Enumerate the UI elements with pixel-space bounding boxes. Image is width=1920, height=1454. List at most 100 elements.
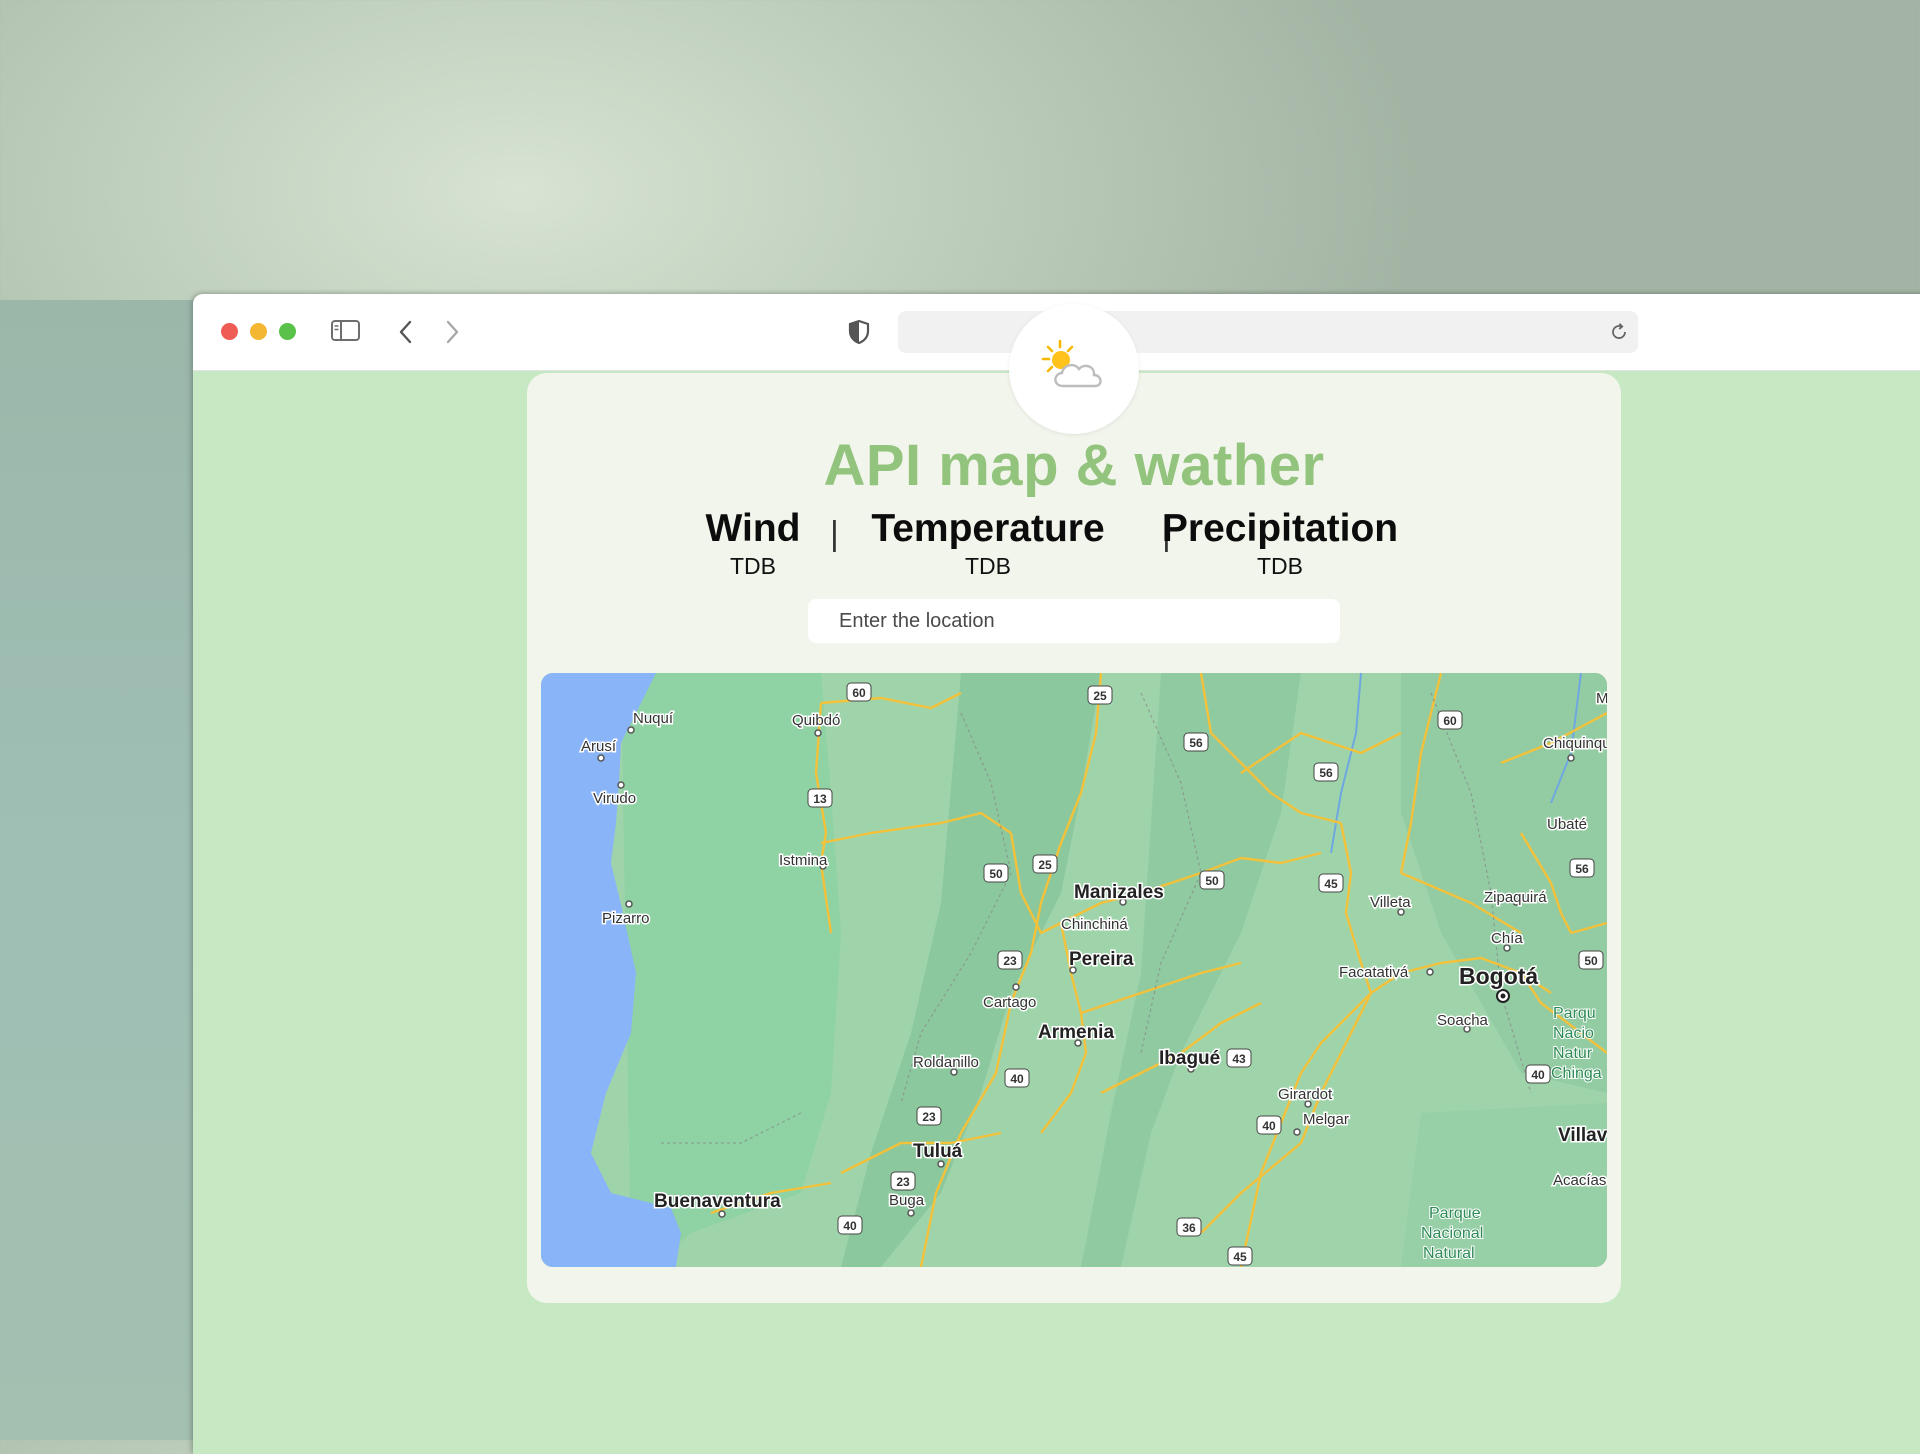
map-label: Cartago <box>983 994 1036 1011</box>
map-label: Chía <box>1491 930 1523 947</box>
route-56: 56 <box>1575 862 1589 876</box>
map-label-city: Pereira <box>1069 949 1134 970</box>
route-shield: 40 <box>1256 1115 1282 1135</box>
maximize-window-button[interactable] <box>279 323 296 340</box>
precipitation-value: TDB <box>1257 553 1303 579</box>
map-label: Soacha <box>1437 1012 1489 1029</box>
sidebar-toggle-icon[interactable] <box>331 320 361 347</box>
route-shield: 50 <box>1199 870 1225 890</box>
map-label-capital: Bogotá <box>1459 963 1538 989</box>
route-60: 60 <box>1443 714 1457 728</box>
location-search-input[interactable] <box>808 599 1340 643</box>
map-label: Quibdó <box>792 712 840 729</box>
route-shield: 25 <box>1087 685 1113 705</box>
map-label: Arusí <box>581 738 617 755</box>
route-shield: 23 <box>890 1171 916 1191</box>
route-45: 45 <box>1324 877 1338 891</box>
route-40: 40 <box>1262 1119 1276 1133</box>
forward-icon[interactable] <box>444 320 460 349</box>
map-label-city: Armenia <box>1038 1022 1114 1043</box>
wind-stat: Wind TDB <box>683 507 823 579</box>
route-shield: 40 <box>837 1215 863 1235</box>
route-56: 56 <box>1189 736 1203 750</box>
route-40: 40 <box>1010 1072 1024 1086</box>
route-23: 23 <box>922 1110 936 1124</box>
map-canvas[interactable]: 60 25 56 56 60 13 50 25 50 45 56 23 50 4… <box>541 673 1607 1267</box>
privacy-shield-icon[interactable] <box>848 319 870 350</box>
route-40: 40 <box>843 1219 857 1233</box>
back-icon[interactable] <box>398 320 414 349</box>
map-label: Virudo <box>593 790 636 807</box>
park-label: Parque <box>1429 1205 1481 1222</box>
map-label-city: Ibagué <box>1159 1048 1220 1069</box>
route-shield: 56 <box>1183 732 1209 752</box>
route-shield: 45 <box>1318 873 1344 893</box>
page-title: API map & wather <box>823 433 1325 498</box>
route-shield: 40 <box>1004 1068 1030 1088</box>
route-50: 50 <box>1584 954 1598 968</box>
map-label: Chinchiná <box>1061 916 1128 933</box>
map-label: Villeta <box>1370 894 1411 911</box>
route-25: 25 <box>1093 689 1107 703</box>
sun-cloud-icon <box>1041 339 1102 388</box>
route-36: 36 <box>1182 1221 1196 1235</box>
map-label: M <box>1596 690 1607 707</box>
route-25: 25 <box>1038 858 1052 872</box>
map-label: Acacías <box>1553 1172 1606 1189</box>
route-shield: 50 <box>1578 950 1604 970</box>
temperature-label: Temperature <box>871 507 1105 550</box>
route-shield: 43 <box>1226 1048 1252 1068</box>
route-23: 23 <box>896 1175 910 1189</box>
map-label: Melgar <box>1303 1111 1349 1128</box>
route-shield: 56 <box>1313 762 1339 782</box>
stat-separator: | <box>830 515 839 553</box>
route-shield: 45 <box>1227 1246 1253 1266</box>
minimize-window-button[interactable] <box>250 323 267 340</box>
route-56: 56 <box>1319 766 1333 780</box>
map-label: Istmina <box>779 852 828 869</box>
close-window-button[interactable] <box>221 323 238 340</box>
map-label-city: Buenaventura <box>654 1191 781 1212</box>
map-label: Facatativá <box>1339 964 1409 981</box>
map-label-city: Manizales <box>1074 882 1164 903</box>
route-45: 45 <box>1233 1250 1247 1264</box>
route-shield: 25 <box>1032 854 1058 874</box>
route-shield: 56 <box>1569 858 1595 878</box>
map-label-city: Villav <box>1558 1125 1607 1146</box>
address-bar[interactable] <box>898 311 1638 353</box>
wind-value: TDB <box>730 553 776 579</box>
park-label: Nacio <box>1553 1025 1594 1042</box>
temperature-stat: Temperature TDB <box>858 507 1118 579</box>
route-shield: 60 <box>1437 710 1463 730</box>
map-label: Ubaté <box>1547 816 1587 833</box>
precipitation-label: Precipitation <box>1161 507 1399 550</box>
route-shield: 23 <box>997 950 1023 970</box>
route-shield: 23 <box>916 1106 942 1126</box>
route-50: 50 <box>1205 874 1219 888</box>
map-view[interactable]: 60 25 56 56 60 13 50 25 50 45 56 23 50 4… <box>541 673 1607 1267</box>
park-label: Natur <box>1553 1045 1593 1062</box>
map-label: Zipaquirá <box>1484 889 1547 906</box>
map-label: Girardot <box>1278 1086 1333 1103</box>
route-23: 23 <box>1003 954 1017 968</box>
park-label: Nacional <box>1421 1225 1483 1242</box>
route-shield: 36 <box>1176 1217 1202 1237</box>
wind-label: Wind <box>705 507 801 550</box>
map-label-city: Tuluá <box>913 1141 963 1162</box>
map-label: Chiquinquir <box>1543 735 1607 752</box>
route-shield: 60 <box>846 682 872 702</box>
desktop-background <box>0 300 220 1440</box>
map-label: Buga <box>889 1192 925 1209</box>
park-label: Natural <box>1423 1245 1475 1262</box>
map-label: Roldanillo <box>913 1054 979 1071</box>
park-label: Parqu <box>1553 1005 1596 1022</box>
temperature-value: TDB <box>965 553 1011 579</box>
reload-icon[interactable] <box>1608 321 1630 348</box>
route-shield: 50 <box>983 863 1009 883</box>
app-logo <box>1009 304 1139 434</box>
route-43: 43 <box>1232 1052 1246 1066</box>
park-label: Chinga <box>1551 1065 1602 1082</box>
map-label: Nuquí <box>633 710 674 727</box>
map-label: Pizarro <box>602 910 650 927</box>
route-shield: 40 <box>1525 1064 1551 1084</box>
